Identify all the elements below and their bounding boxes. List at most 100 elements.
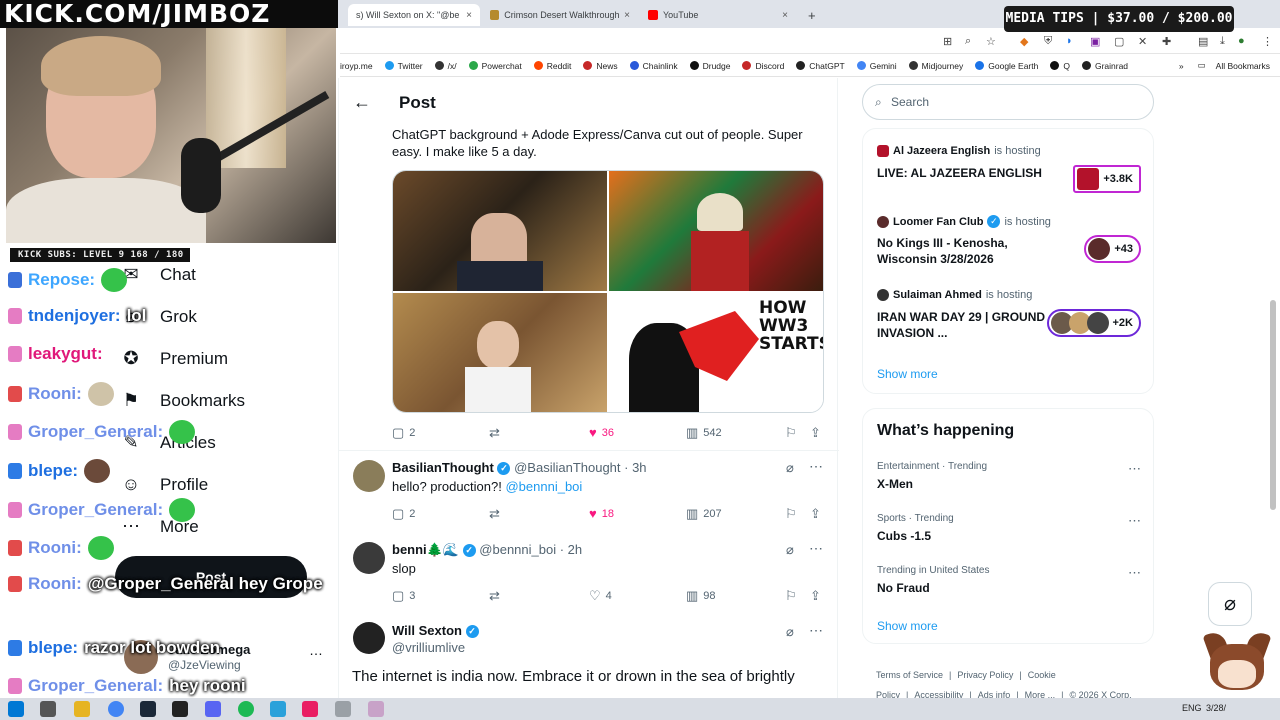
bookmark-button[interactable]: ⚐ [785, 506, 797, 522]
windows-start-icon[interactable] [8, 701, 24, 717]
puzzle-icon[interactable]: ✚ [1162, 35, 1171, 48]
nav-item-profile[interactable]: ☺ Profile [120, 474, 208, 495]
more-icon[interactable]: ⋯ [809, 458, 823, 475]
close-icon[interactable]: × [782, 10, 788, 21]
more-icon[interactable]: ⋯ [809, 622, 823, 639]
footer-link[interactable]: Privacy Policy [957, 670, 1013, 680]
bookmark-item[interactable]: Reddit [533, 61, 571, 71]
task-view-icon[interactable] [40, 701, 56, 717]
show-more-link[interactable]: Show more [877, 619, 938, 633]
bookmark-item[interactable]: Gemini [856, 61, 897, 71]
repost-button[interactable]: ⇄ [489, 588, 500, 604]
nav-item-more[interactable]: ⋯ More [120, 516, 199, 537]
x-logo-icon[interactable]: ✕ [1138, 35, 1147, 48]
telegram-icon[interactable] [270, 701, 286, 717]
share-button[interactable]: ⇪ [810, 425, 821, 441]
scrollbar[interactable] [1270, 300, 1276, 510]
nav-item-chat[interactable]: ✉ Chat [120, 264, 195, 285]
extension-icon[interactable]: ◗ [1066, 35, 1073, 47]
author-name-row[interactable]: Will Sexton ✓ [392, 623, 479, 639]
live-count-pill[interactable]: +2K [1046, 309, 1141, 337]
share-button[interactable]: ⇪ [810, 588, 821, 604]
avatar[interactable] [353, 460, 385, 492]
reply-button[interactable]: ▢ 2 [392, 425, 415, 441]
like-button[interactable]: ♥ 18 [589, 506, 614, 521]
bookmark-item[interactable]: Google Earth [975, 61, 1038, 71]
app-icon[interactable] [302, 701, 318, 717]
mention-link[interactable]: @bennni_boi [505, 479, 582, 494]
grok-icon[interactable]: ⌀ [786, 542, 794, 558]
shield-icon[interactable]: ⛨ [1044, 35, 1052, 48]
live-count-pill[interactable]: +43 [1084, 235, 1141, 263]
trend-item[interactable]: Sports · Trending Cubs -1.5 ⋯ [877, 513, 1141, 553]
reply-author[interactable]: benni🌲🌊 ✓ @bennni_boi · 2h [392, 542, 582, 558]
live-item[interactable]: Al Jazeera English is hosting LIVE: AL JA… [877, 143, 1141, 203]
browser-tab-x[interactable]: s) Will Sexton on X: "@benn × [348, 4, 480, 26]
zoom-icon[interactable]: ⌕ [965, 35, 971, 48]
extension-icon[interactable]: ▣ [1090, 35, 1100, 48]
live-count-pill[interactable]: +3.8K [1073, 165, 1141, 193]
grok-icon[interactable]: ⌀ [786, 624, 794, 640]
bookmarks-overflow-button[interactable]: » [1179, 61, 1184, 71]
avatar[interactable] [353, 622, 385, 654]
language-indicator[interactable]: ENG [1182, 703, 1202, 713]
like-button[interactable]: ♡ 4 [589, 588, 612, 604]
views-button[interactable]: ▥ 207 [686, 506, 722, 522]
grok-icon[interactable]: ⌀ [786, 460, 794, 476]
post-button[interactable]: Post [115, 556, 307, 598]
all-bookmarks-button[interactable]: All Bookmarks [1216, 61, 1270, 71]
bookmark-item[interactable]: Discord [742, 61, 784, 71]
views-button[interactable]: ▥ 542 [686, 425, 722, 441]
browser-tab-youtube[interactable]: YouTube × [640, 4, 796, 26]
clock[interactable]: 3/28/ [1206, 703, 1226, 713]
download-icon[interactable]: ⤓ [1220, 35, 1225, 48]
nav-item-articles[interactable]: ✎ Articles [120, 432, 215, 453]
like-button[interactable]: ♥ 36 [589, 425, 614, 440]
nav-item-bookmarks[interactable]: ⚑ Bookmarks [120, 390, 245, 411]
grok-floating-button[interactable]: ⌀ [1208, 582, 1252, 626]
live-item[interactable]: Sulaiman Ahmed is hosting IRAN WAR DAY 29… [877, 287, 1141, 347]
bookmark-item[interactable]: iroyp.me [340, 61, 373, 71]
discord-icon[interactable] [205, 701, 221, 717]
bookmark-button[interactable]: ⚐ [785, 588, 797, 604]
post-image[interactable] [393, 293, 607, 412]
install-icon[interactable]: ⊞ [943, 35, 952, 48]
steam-icon[interactable] [140, 701, 156, 717]
app-icon[interactable] [335, 701, 351, 717]
spotify-icon[interactable] [238, 701, 254, 717]
avatar[interactable] [353, 542, 385, 574]
new-tab-button[interactable]: + [800, 4, 824, 26]
reply-button[interactable]: ▢ 3 [392, 588, 415, 604]
bookmark-button[interactable]: ⚐ [785, 425, 797, 441]
back-arrow-icon[interactable]: ← [353, 92, 371, 113]
bookmark-item[interactable]: News [583, 61, 618, 71]
trend-item[interactable]: Entertainment · Trending X-Men ⋯ [877, 461, 1141, 501]
reply-author[interactable]: BasilianThought ✓ @BasilianThought · 3h [392, 460, 647, 476]
show-more-link[interactable]: Show more [877, 367, 938, 381]
bookmark-item[interactable]: ChatGPT [796, 61, 845, 71]
profile-avatar-icon[interactable]: ● [1238, 35, 1245, 47]
post-image[interactable]: HOW WW3 STARTS [609, 293, 823, 412]
bookmark-item[interactable]: Twitter [384, 61, 423, 71]
chrome-icon[interactable] [108, 701, 124, 717]
reply-item[interactable]: benni🌲🌊 ✓ @bennni_boi · 2h ⌀ ⋯ slop ▢ 3 ⇄… [339, 540, 839, 618]
browser-tab-crimson[interactable]: Crimson Desert Walkthrough & × [482, 4, 638, 26]
more-icon[interactable]: ⋯ [809, 540, 823, 557]
more-icon[interactable]: … [309, 642, 323, 658]
share-button[interactable]: ⇪ [810, 506, 821, 522]
close-icon[interactable]: × [624, 10, 630, 21]
bookmark-item[interactable]: Chainlink [629, 61, 678, 71]
bookmark-item[interactable]: Drudge [689, 61, 730, 71]
nav-item-premium[interactable]: ✪ Premium [120, 348, 228, 369]
more-icon[interactable]: ⋯ [1128, 513, 1141, 529]
search-input[interactable]: ⌕ Search [862, 84, 1154, 120]
sidebar-icon[interactable]: ▤ [1198, 35, 1208, 48]
views-button[interactable]: ▥ 98 [686, 588, 716, 604]
app-icon[interactable] [368, 701, 384, 717]
extension-icon[interactable]: ▢ [1114, 35, 1124, 48]
bookmark-item[interactable]: /x/ [434, 61, 457, 71]
quoted-author-post[interactable]: Will Sexton ✓ @vrilliumlive ⌀ ⋯ The inte… [339, 622, 839, 702]
folder-icon[interactable] [74, 701, 90, 717]
live-item[interactable]: Loomer Fan Club ✓ is hosting No Kings III … [877, 213, 1141, 273]
metamask-icon[interactable]: ◆ [1020, 35, 1028, 48]
